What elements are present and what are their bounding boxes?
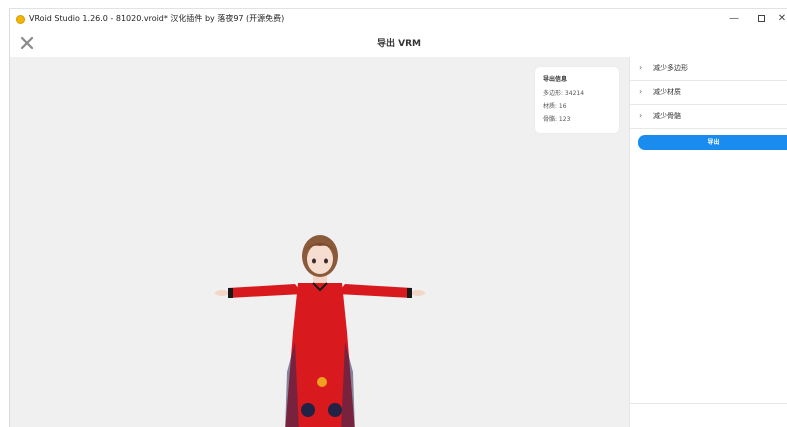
export-button[interactable]: 导出 <box>638 135 787 150</box>
reduce-polygons-section[interactable]: › 减少多边形 <box>630 57 787 81</box>
chevron-right-icon: › <box>639 111 643 120</box>
maximize-button[interactable] <box>751 11 771 27</box>
right-eye <box>324 258 328 264</box>
export-settings-panel: › 减少多边形 › 减少材质 › 减少骨骼 导出 <box>629 57 787 427</box>
polygon-count: 多边形: 34214 <box>543 90 585 97</box>
reduce-bones-section[interactable]: › 减少骨骼 <box>630 105 787 129</box>
reduce-bones-label: 减少骨骼 <box>653 112 681 120</box>
left-sleeve <box>228 284 303 298</box>
desktop-edge <box>0 0 9 426</box>
export-info-title: 导出信息 <box>543 76 568 83</box>
reduce-materials-section[interactable]: › 减少材质 <box>630 81 787 105</box>
page-title: 导出 VRM <box>377 39 421 49</box>
window-close-button[interactable]: ✕ <box>776 11 787 27</box>
title-bar: VRoid Studio 1.26.0 - 81020.vroid* 汉化插件 … <box>10 9 787 31</box>
material-count: 材质: 16 <box>543 103 567 110</box>
maximize-icon <box>757 14 765 22</box>
app-window: VRoid Studio 1.26.0 - 81020.vroid* 汉化插件 … <box>9 8 787 427</box>
right-hand <box>411 290 425 296</box>
right-cuff <box>407 288 412 298</box>
reduce-polygons-label: 减少多边形 <box>653 64 688 72</box>
bone-count: 骨骼: 123 <box>543 116 571 123</box>
minimize-button[interactable]: — <box>724 11 744 27</box>
left-hand <box>215 290 229 296</box>
left-eye <box>312 258 316 264</box>
panel-footer-divider <box>630 403 787 404</box>
reduce-materials-label: 减少材质 <box>653 88 681 96</box>
app-logo-icon <box>16 15 25 24</box>
chevron-right-icon: › <box>639 87 643 96</box>
dress-ornament <box>317 377 327 387</box>
dress-pattern-right <box>328 403 342 417</box>
dialog-header: 导出 VRM <box>10 31 787 57</box>
face <box>307 244 333 274</box>
right-sleeve <box>337 284 412 298</box>
window-title: VRoid Studio 1.26.0 - 81020.vroid* 汉化插件 … <box>29 14 285 23</box>
model-preview-viewport[interactable]: 导出信息 多边形: 34214 材质: 16 骨骼: 123 <box>10 57 629 427</box>
character-model <box>215 235 425 427</box>
export-info-card: 导出信息 多边形: 34214 材质: 16 骨骼: 123 <box>535 67 619 133</box>
left-cuff <box>228 288 233 298</box>
dress-pattern-left <box>301 403 315 417</box>
chevron-right-icon: › <box>639 63 643 72</box>
